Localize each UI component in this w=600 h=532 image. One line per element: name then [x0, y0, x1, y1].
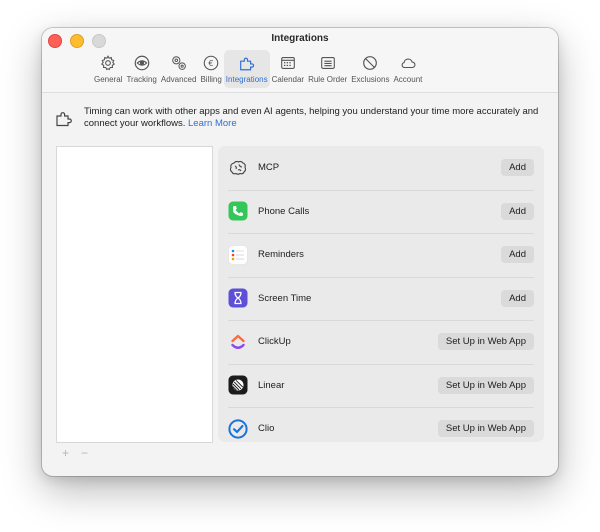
- integration-row-clio: Clio Set Up in Web App: [218, 407, 544, 442]
- tab-advanced[interactable]: Advanced: [159, 50, 199, 88]
- linear-icon: [228, 375, 248, 395]
- cloud-icon: [398, 53, 418, 73]
- tab-calendar[interactable]: Calendar: [270, 50, 306, 88]
- window-title: Integrations: [271, 33, 329, 44]
- remove-item-button[interactable]: −: [81, 446, 88, 460]
- eye-icon: [132, 53, 152, 73]
- intro-description: Timing can work with other apps and even…: [84, 106, 539, 129]
- title-bar: Integrations General Tracking Advanced €…: [42, 28, 558, 93]
- tab-billing[interactable]: € Billing: [198, 50, 223, 88]
- setup-linear-button[interactable]: Set Up in Web App: [437, 376, 534, 394]
- preferences-window: Integrations General Tracking Advanced €…: [42, 28, 558, 476]
- calendar-icon: [278, 53, 298, 73]
- puzzle-icon: [54, 108, 74, 128]
- tab-rule-order[interactable]: Rule Order: [306, 50, 349, 88]
- tab-label: Integrations: [225, 75, 268, 84]
- tab-general[interactable]: General: [92, 50, 124, 88]
- tab-label: Calendar: [271, 75, 305, 84]
- clickup-icon: [228, 332, 248, 352]
- preferences-toolbar: General Tracking Advanced € Billing Inte…: [92, 50, 424, 88]
- tab-label: Account: [393, 75, 423, 84]
- gear-icon: [98, 53, 118, 73]
- reminders-icon: [228, 244, 248, 265]
- integration-row-screen-time: Screen Time Add: [218, 276, 544, 321]
- add-reminders-button[interactable]: Add: [501, 246, 534, 264]
- setup-clickup-button[interactable]: Set Up in Web App: [437, 333, 534, 351]
- prohibited-icon: [360, 53, 380, 73]
- svg-text:€: €: [209, 58, 214, 68]
- tab-exclusions[interactable]: Exclusions: [349, 50, 391, 88]
- integration-row-reminders: Reminders Add: [218, 233, 544, 277]
- add-mcp-button[interactable]: Add: [501, 159, 534, 177]
- tab-label: General: [94, 75, 123, 84]
- integration-name: Reminders: [258, 249, 304, 261]
- learn-more-link[interactable]: Learn More: [188, 118, 237, 129]
- list-buttons: + −: [62, 446, 88, 460]
- brain-icon: [228, 158, 248, 178]
- euro-icon: €: [201, 53, 221, 73]
- integration-name: Screen Time: [258, 292, 312, 304]
- integration-row-linear: Linear Set Up in Web App: [218, 363, 544, 408]
- setup-clio-button[interactable]: Set Up in Web App: [437, 420, 534, 438]
- list-icon: [318, 53, 338, 73]
- integration-list[interactable]: [56, 146, 213, 443]
- hourglass-icon: [228, 288, 248, 308]
- intro-section: Timing can work with other apps and even…: [54, 106, 546, 130]
- clio-icon: [228, 419, 248, 439]
- integration-row-phone-calls: Phone Calls Add: [218, 189, 544, 234]
- tab-integrations[interactable]: Integrations: [223, 50, 270, 88]
- integration-name: Clio: [258, 423, 275, 435]
- tab-tracking[interactable]: Tracking: [124, 50, 158, 88]
- puzzle-icon: [237, 53, 257, 73]
- tab-label: Billing: [200, 75, 222, 84]
- add-screen-time-button[interactable]: Add: [501, 289, 534, 307]
- intro-text: Timing can work with other apps and even…: [84, 106, 546, 130]
- integration-name: Phone Calls: [258, 205, 310, 217]
- tab-label: Rule Order: [308, 75, 348, 84]
- phone-icon: [228, 201, 248, 221]
- tab-label: Tracking: [126, 75, 157, 84]
- integration-name: ClickUp: [258, 336, 291, 348]
- tab-label: Advanced: [160, 75, 197, 84]
- integration-name: MCP: [258, 162, 280, 174]
- add-phone-calls-button[interactable]: Add: [501, 202, 534, 220]
- available-integrations-panel: MCP Add Phone Calls Add Reminders Add Sc…: [218, 146, 544, 442]
- gears-icon: [169, 53, 189, 73]
- integration-row-clickup: ClickUp Set Up in Web App: [218, 320, 544, 364]
- tab-account[interactable]: Account: [391, 50, 424, 88]
- tab-label: Exclusions: [351, 75, 390, 84]
- integration-name: Linear: [258, 379, 285, 391]
- add-item-button[interactable]: +: [62, 446, 69, 460]
- integration-row-mcp: MCP Add: [218, 146, 544, 190]
